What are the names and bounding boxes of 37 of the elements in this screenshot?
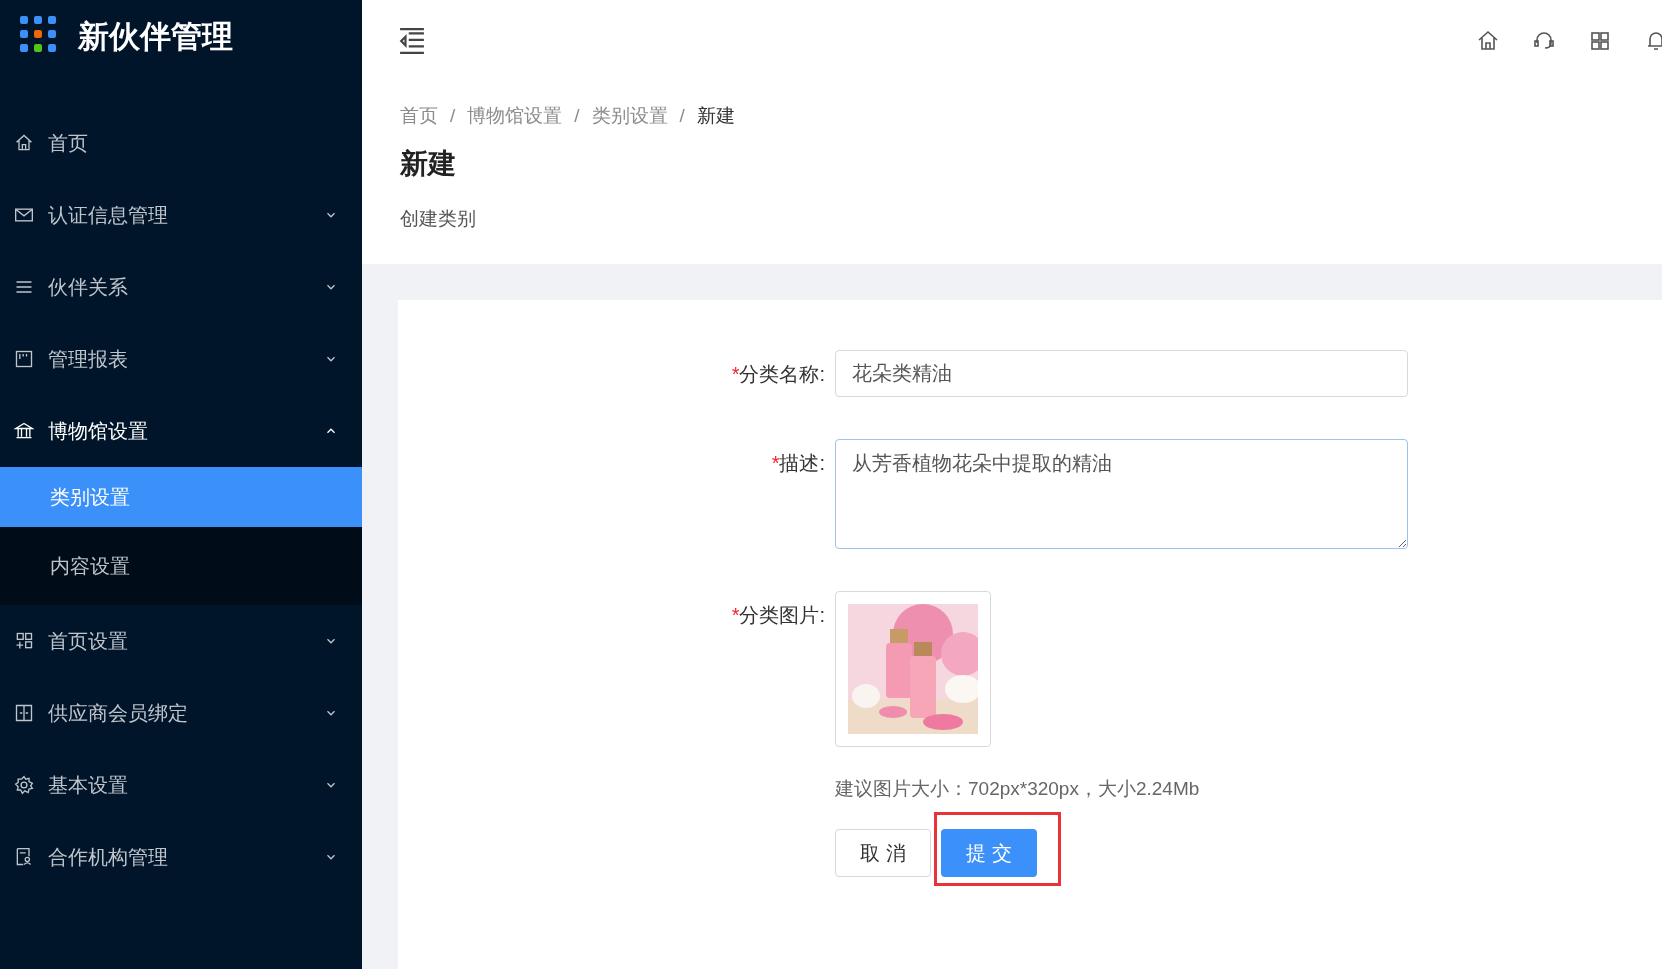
submenu-item[interactable]: 内容设置 [0,527,362,605]
cancel-button[interactable]: 取 消 [835,828,931,877]
breadcrumb-separator: / [574,104,580,128]
text-area[interactable]: 从芳香植物花朵中提取的精油 [835,439,1408,549]
field-label: *分类名称: [730,362,826,387]
menu-item[interactable]: 管理报表 [0,323,362,395]
input-field[interactable]: 花朵类精油 [835,350,1408,397]
menu-fold-icon [398,28,426,54]
menu-item[interactable]: 伙伴关系 [0,251,362,323]
menu-item[interactable]: 博物馆设置 [0,395,362,467]
grid-icon [14,631,34,651]
grid-icon [1588,29,1612,53]
menu-item[interactable]: 首页 [0,107,362,179]
gear-icon [14,775,34,795]
breadcrumb-separator: / [679,104,685,128]
app-title: 新伙伴管理 [78,18,233,56]
page-title: 新建 [400,146,457,181]
bank-icon [14,421,34,441]
breadcrumb-link[interactable]: 类别设置 [591,102,668,131]
page-subtitle: 创建类别 [400,206,477,231]
breadcrumb-current: 新建 [696,104,735,128]
menu-item[interactable]: 首页设置 [0,605,362,677]
image-upload[interactable] [835,591,991,747]
board-icon [14,349,34,369]
document-icon [14,847,34,867]
home-icon [1476,29,1500,53]
breadcrumb-separator: / [450,104,456,128]
hint-text: 建议图片大小：702px*320px，大小2.24Mb [835,777,1201,801]
field-label: *分类图片: [730,603,826,628]
menu-item[interactable]: 认证信息管理 [0,179,362,251]
home-icon [14,133,34,153]
frame-icon [14,703,34,723]
menu-item[interactable]: 基本设置 [0,749,362,821]
menu-item[interactable]: 合作机构管理 [0,821,362,893]
field-label: *描述: [770,451,826,476]
menu-item[interactable]: 供应商会员绑定 [0,677,362,749]
logo-icon [20,16,56,52]
